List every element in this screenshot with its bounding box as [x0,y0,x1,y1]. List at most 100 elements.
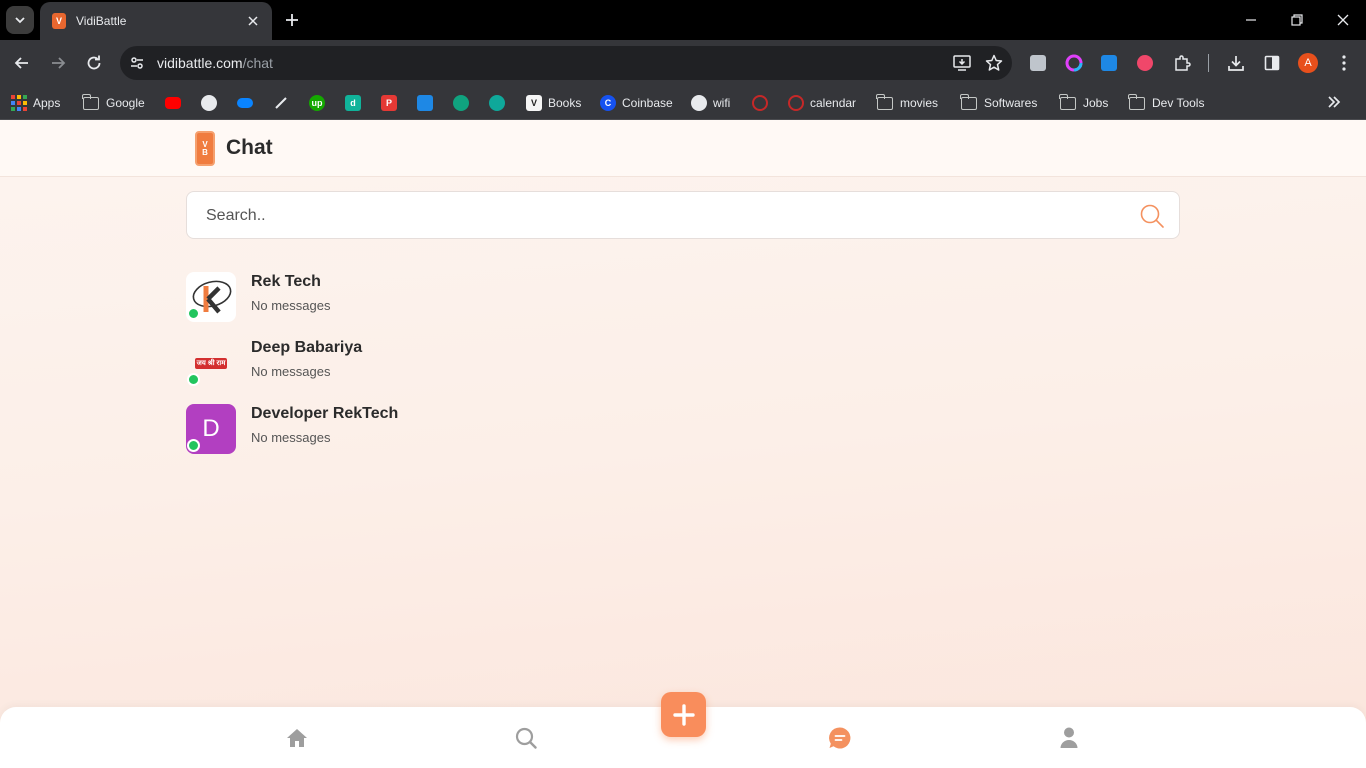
browser-toolbar: vidibattle.com/chat A [0,40,1366,86]
color-ring-icon [1065,54,1083,72]
nav-home[interactable] [284,725,310,751]
bookmark-star-button[interactable] [980,49,1008,77]
profile-icon [1060,727,1078,748]
more-bookmarks-button[interactable] [1322,90,1346,114]
url-text: vidibattle.com/chat [157,55,948,71]
restore-button[interactable] [1285,8,1309,32]
bookmark-folder-google[interactable]: Google [82,92,145,114]
new-tab-button[interactable] [282,10,302,30]
minimize-button[interactable] [1239,8,1263,32]
bookmark-red-swirl[interactable] [752,92,768,114]
bookmark-teal[interactable] [489,92,505,114]
arrow-left-icon [14,57,28,69]
double-chevron-right-icon [1328,96,1341,108]
create-post-button[interactable] [661,692,706,737]
chat-last-message: No messages [251,430,331,445]
bookmark-onedrive[interactable] [237,92,253,114]
nav-profile[interactable] [1056,725,1082,751]
folder-icon [1128,93,1145,110]
nav-chat[interactable] [827,725,853,751]
plus-icon [286,14,298,26]
bookmark-calendar[interactable]: calendar [788,92,856,114]
v-book-icon: V [526,95,542,111]
avatar-letter: D [202,415,220,442]
chat-list-item[interactable]: Rek Tech No messages [186,272,686,324]
bookmark-apps[interactable]: Apps [11,92,60,114]
search-icon [515,727,537,749]
home-icon [287,729,307,747]
address-bar[interactable]: vidibattle.com/chat [120,46,1012,80]
close-window-button[interactable] [1331,8,1355,32]
app-header: VB Chat [0,120,1366,177]
chat-list-item[interactable]: D Developer RekTech No messages [186,404,686,456]
globe-icon [691,95,707,111]
bookmark-folder-softwares[interactable]: Softwares [960,92,1037,114]
bookmark-wifi[interactable]: wifi [691,92,730,114]
bookmark-youtube[interactable] [165,92,181,114]
browser-tab[interactable]: V VidiBattle [40,2,272,40]
bookmark-chatgpt[interactable] [453,92,469,114]
browser-menu-button[interactable] [1332,51,1356,75]
extensions-menu-button[interactable] [1170,51,1194,75]
install-app-button[interactable] [948,49,976,77]
bookmark-upwork[interactable]: up [309,92,325,114]
close-icon [248,16,258,26]
swirl-icon [788,95,804,111]
back-button[interactable] [8,49,36,77]
bookmark-folder-dev-tools[interactable]: Dev Tools [1128,92,1205,114]
toolbar-separator [1208,54,1209,72]
extension-4-button[interactable] [1133,51,1157,75]
reload-button[interactable] [80,49,108,77]
online-status-dot [187,307,200,320]
swirl-icon [752,95,768,111]
bookmark-label: Books [548,96,582,110]
bookmark-label: Dev Tools [1152,96,1205,110]
bookmark-label: Jobs [1083,96,1109,110]
bookmark-d[interactable]: d [345,92,361,114]
bookmark-label: movies [900,96,939,110]
side-panel-button[interactable] [1260,51,1284,75]
chat-list-item[interactable]: जय श्री राम Deep Babariya No messages [186,338,686,390]
tab-title: VidiBattle [76,14,127,28]
extension-1-button[interactable] [1026,51,1050,75]
site-settings-button[interactable] [124,50,150,76]
bookmark-folder-jobs[interactable]: Jobs [1059,92,1109,114]
bookmark-github[interactable] [201,92,217,114]
browser-tab-bar: V VidiBattle [0,0,1366,40]
download-icon [1228,56,1244,71]
bookmark-label: wifi [713,96,731,110]
folder-icon [876,93,893,110]
search-input[interactable] [206,204,1106,228]
folder-icon [960,93,977,110]
search-icon[interactable] [1139,203,1165,229]
vidibattle-favicon-icon: V [52,13,66,29]
bookmark-folder-movies[interactable]: movies [876,92,939,114]
tab-search-button[interactable] [6,6,34,34]
vidibattle-logo[interactable]: VB [195,131,215,166]
nav-search[interactable] [513,725,539,751]
coinbase-icon: C [600,95,616,111]
github-icon [201,95,217,111]
tab-close-button[interactable] [244,12,262,30]
online-status-dot [187,373,200,386]
bookmark-pen[interactable] [273,92,289,114]
bookmark-p[interactable]: P [381,92,397,114]
downloads-button[interactable] [1224,51,1248,75]
avatar-text: जय श्री राम [194,357,228,369]
chatgpt-icon [453,95,469,111]
pen-icon [275,97,287,109]
extension-2-button[interactable] [1062,51,1086,75]
bookmark-coinbase[interactable]: C Coinbase [600,92,673,114]
d-app-icon: d [345,95,361,111]
bookmark-books[interactable]: V Books [526,92,581,114]
url-domain: vidibattle.com [157,55,243,71]
folder-icon [82,93,99,110]
profile-avatar: A [1298,53,1318,73]
extension-3-button[interactable] [1097,51,1121,75]
page-content: VB Chat Rek Tech No messages जय श्री राम… [0,120,1366,768]
profile-button[interactable]: A [1296,51,1320,75]
forward-button[interactable] [44,49,72,77]
chat-icon [829,727,851,749]
bookmark-vscode[interactable] [417,92,433,114]
chevron-down-icon [15,17,25,24]
